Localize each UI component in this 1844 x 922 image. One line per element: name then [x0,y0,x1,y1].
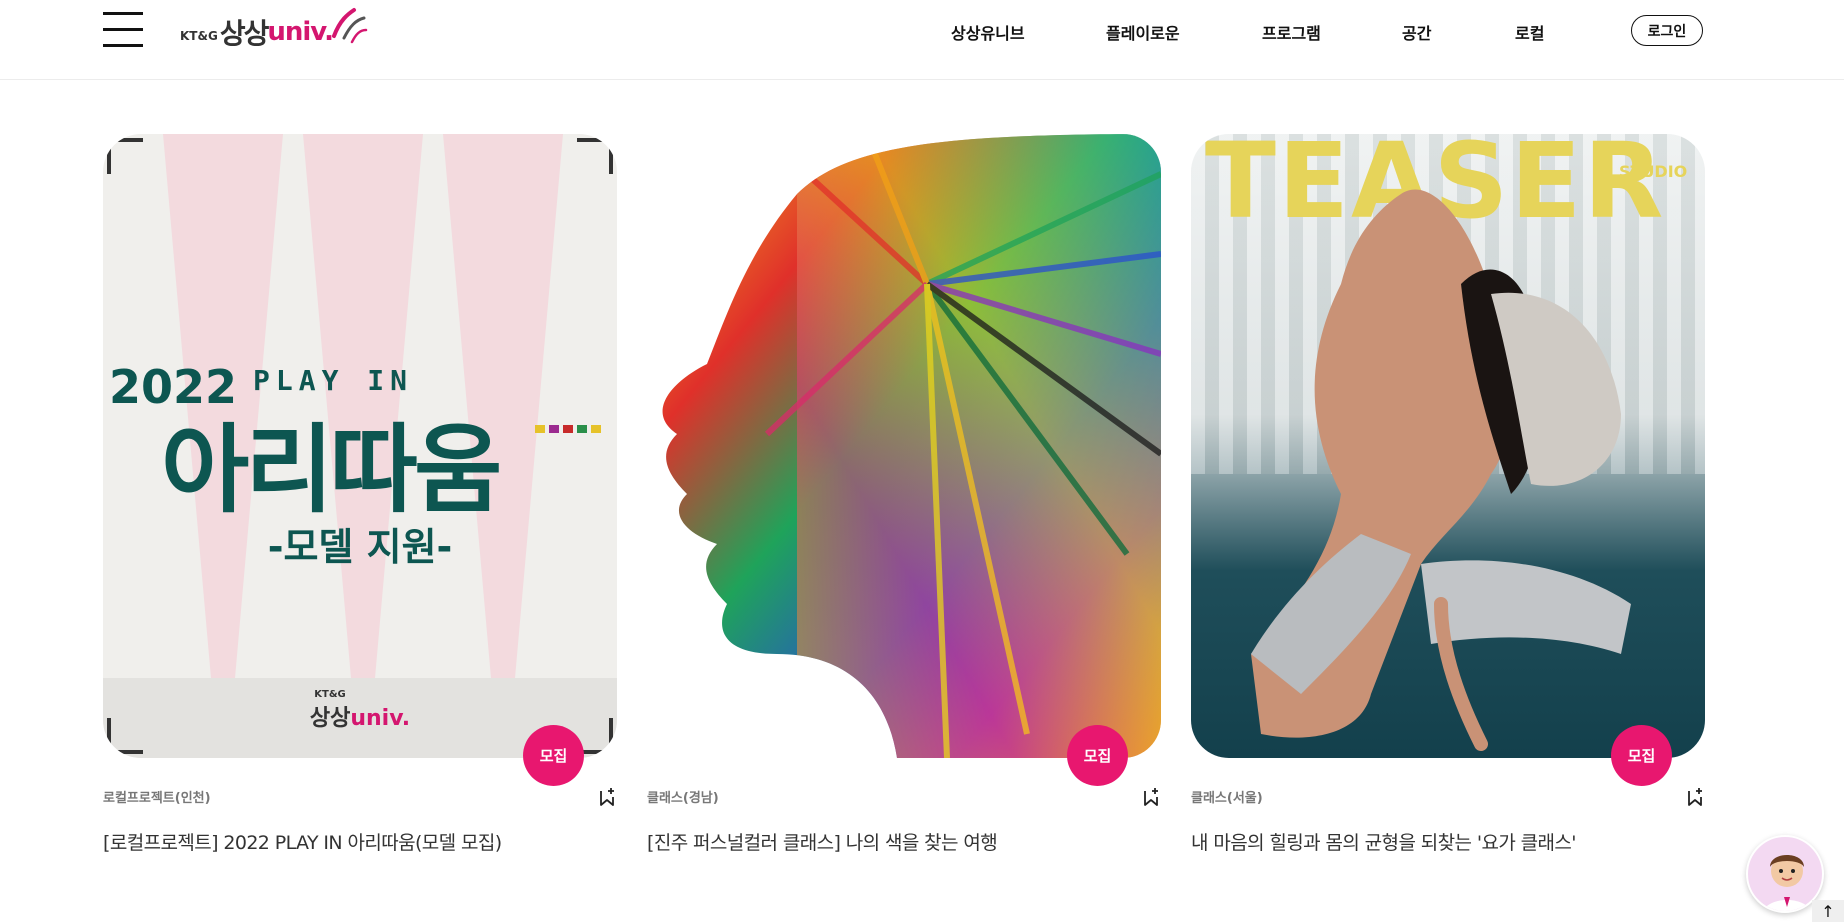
nav-item-sangsang-univ[interactable]: 상상유니브 [951,20,1025,44]
poster-subtitle: -모델 지원- [267,525,453,569]
nav-item-playroun[interactable]: 플레이로운 [1106,20,1180,44]
yoga-pose-figure [1251,189,1631,751]
bookmark-add-icon[interactable] [598,787,616,807]
bookmark-add-icon[interactable] [1142,787,1160,807]
card-thumbnail[interactable] [647,134,1161,758]
logo-swoosh-icon [332,8,368,44]
bookmark-add-icon[interactable] [1686,787,1704,807]
recruiting-badge: 모집 [1611,725,1672,786]
card-title[interactable]: 내 마음의 힐링과 몸의 균형을 되찾는 '요가 클래스' [1191,828,1577,855]
card-category: 클래스(서울) [1191,791,1263,806]
site-header: KT&G 상상 univ. 상상유니브 플레이로운 프로그램 공간 로컬 로그인 [0,0,1844,80]
card-category: 로컬프로젝트(인천) [103,791,211,806]
card-category: 클래스(경남) [647,791,719,806]
recruiting-badge: 모집 [1067,725,1128,786]
colorful-face-artwork [662,134,1161,758]
poster-logo-sangsang: 상상 [309,706,351,731]
card-title[interactable]: [로컬프로젝트] 2022 PLAY IN 아리따움(모델 모집) [103,828,502,855]
frame-corner [107,138,143,174]
nav-item-local[interactable]: 로컬 [1515,20,1544,44]
poster-logo-univ: univ. [350,706,411,731]
program-card-3[interactable]: TEASER STUDIO [1191,134,1705,758]
nav-item-program[interactable]: 프로그램 [1262,20,1321,44]
card-thumbnail[interactable]: TEASER STUDIO [1191,134,1705,758]
program-card-2[interactable] [647,134,1161,758]
card-title[interactable]: [진주 퍼스널컬러 클래스] 나의 색을 찾는 여행 [647,828,998,855]
site-logo[interactable]: KT&G 상상 univ. [180,4,370,60]
nav-item-space[interactable]: 공간 [1402,20,1431,44]
hamburger-menu-icon[interactable] [103,12,143,48]
card-thumbnail[interactable]: 2022 PLAY IN 아리따움 -모델 지원- KT&G 상상univ. [103,134,617,758]
logo-ktg-text: KT&G [180,29,218,43]
program-card-1[interactable]: 2022 PLAY IN 아리따움 -모델 지원- KT&G 상상univ. [103,134,617,758]
logo-sangsang-text: 상상 [219,17,270,50]
frame-corner [577,138,613,174]
poster-logo: KT&G 상상univ. [103,689,617,732]
poster-main-title: 아리따움 [161,414,502,526]
recruiting-badge: 모집 [523,725,584,786]
scroll-to-top-arrow-icon[interactable]: ↑ [1812,900,1844,922]
poster-color-stripes [535,425,601,433]
logo-univ-text: univ. [267,17,334,47]
login-button[interactable]: 로그인 [1631,15,1703,46]
poster-logo-ktg: KT&G [314,689,346,700]
